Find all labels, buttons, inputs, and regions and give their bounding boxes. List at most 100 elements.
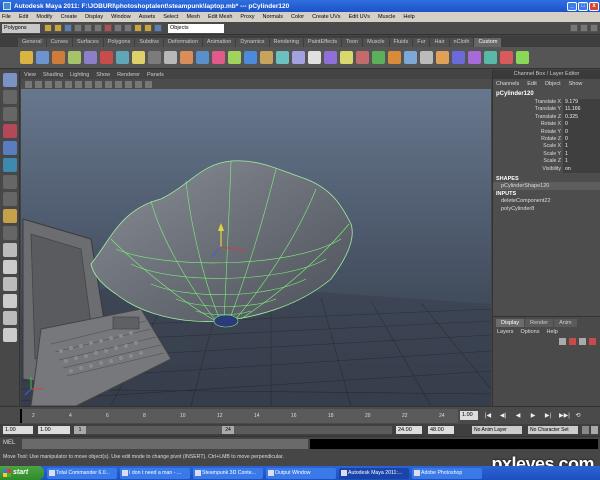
shelf-tool-icon[interactable] bbox=[132, 51, 145, 64]
isolate-select-icon[interactable] bbox=[145, 80, 152, 88]
shelf-tool-icon[interactable] bbox=[452, 51, 465, 64]
shelf-tab-general[interactable]: General bbox=[18, 38, 46, 47]
time-slider-track[interactable]: 2 4 6 8 10 12 14 16 18 20 22 24 bbox=[20, 409, 458, 423]
shelf-tool-icon[interactable] bbox=[500, 51, 513, 64]
shelf-tab-custom[interactable]: Custom bbox=[474, 38, 502, 47]
smooth-shade-icon[interactable] bbox=[95, 80, 102, 88]
menu-edit-mesh[interactable]: Edit Mesh bbox=[208, 14, 232, 20]
animation-start-field[interactable]: 1.00 bbox=[3, 426, 33, 434]
range-slider-bar[interactable]: 1 24 bbox=[74, 426, 392, 434]
attribute-value[interactable]: 0 bbox=[563, 128, 600, 136]
shelf-tool-icon[interactable] bbox=[164, 51, 177, 64]
resolution-gate-icon[interactable] bbox=[75, 80, 82, 88]
shelf-tool-icon[interactable] bbox=[100, 51, 113, 64]
shelf-tool-icon[interactable] bbox=[468, 51, 481, 64]
shelf-tool-icon[interactable] bbox=[372, 51, 385, 64]
time-slider[interactable]: 2 4 6 8 10 12 14 16 18 20 22 24 1.00 |◀ ◀| ◀ ▶ ▶| ▶▶| ⟲ bbox=[0, 406, 600, 424]
layer-menu-layers[interactable]: Layers bbox=[497, 329, 514, 335]
playback-button[interactable]: ⟲ bbox=[574, 412, 582, 420]
shelf-tool-icon[interactable] bbox=[180, 51, 193, 64]
attribute-row[interactable]: Translate Z 0.325 bbox=[493, 113, 600, 122]
maximize-button[interactable]: □ bbox=[578, 1, 588, 11]
channel-menu-edit[interactable]: Edit bbox=[527, 81, 536, 87]
shelf-tab-surfaces[interactable]: Surfaces bbox=[73, 38, 103, 47]
menu-mesh[interactable]: Mesh bbox=[187, 14, 200, 20]
image-plane-icon[interactable] bbox=[45, 80, 52, 88]
menu-help[interactable]: Help bbox=[403, 14, 414, 20]
playback-button[interactable]: |◀ bbox=[484, 412, 492, 420]
shelf-tool-icon[interactable] bbox=[36, 51, 49, 64]
render-settings-icon[interactable] bbox=[154, 24, 162, 32]
attribute-value[interactable]: 0 bbox=[563, 135, 600, 144]
attribute-row[interactable]: Scale Z1 bbox=[493, 158, 600, 166]
current-frame-field[interactable]: 1.00 bbox=[460, 411, 478, 420]
current-time-marker[interactable] bbox=[20, 409, 22, 423]
shape-node-item[interactable]: pCylinderShape120 bbox=[493, 181, 600, 190]
shelf-tool-icon[interactable] bbox=[20, 51, 33, 64]
auto-key-icon[interactable] bbox=[582, 426, 589, 434]
playback-end-field[interactable]: 24.00 bbox=[396, 426, 422, 434]
move-layer-down-icon[interactable] bbox=[589, 338, 596, 345]
shelf-tool-icon[interactable] bbox=[308, 51, 321, 64]
viewport-menu-lighting[interactable]: Lighting bbox=[70, 72, 89, 78]
playback-button[interactable]: ▶ bbox=[529, 412, 537, 420]
camera-attributes-icon[interactable] bbox=[25, 80, 32, 88]
shelf-tab-toon[interactable]: Toon bbox=[342, 38, 363, 47]
shelf-tool-icon[interactable] bbox=[436, 51, 449, 64]
attribute-row[interactable]: Rotate X0 bbox=[493, 121, 600, 129]
viewport-menu-panels[interactable]: Panels bbox=[147, 72, 164, 78]
shelf-tool-icon[interactable] bbox=[228, 51, 241, 64]
shelf-tool-icon[interactable] bbox=[244, 51, 257, 64]
shelf-tab-rendering[interactable]: Rendering bbox=[269, 38, 303, 47]
shadows-icon[interactable] bbox=[125, 80, 132, 88]
menu-select[interactable]: Select bbox=[163, 14, 178, 20]
menu-edit-uvs[interactable]: Edit UVs bbox=[349, 14, 370, 20]
command-input[interactable] bbox=[22, 439, 308, 449]
taskbar-item[interactable]: I don t need a man - ... bbox=[120, 467, 190, 479]
four-view-layout-icon[interactable] bbox=[3, 260, 17, 274]
playback-button[interactable]: ▶| bbox=[544, 412, 552, 420]
shelf-tool-icon[interactable] bbox=[292, 51, 305, 64]
shelf-tool-icon[interactable] bbox=[212, 51, 225, 64]
shelf-tab-deformation[interactable]: Deformation bbox=[163, 38, 202, 47]
soft-mod-icon[interactable] bbox=[3, 192, 17, 206]
ipr-render-icon[interactable] bbox=[144, 24, 152, 32]
attribute-value[interactable]: 11.166 bbox=[563, 106, 600, 114]
shelf-tab-dynamics[interactable]: Dynamics bbox=[236, 38, 269, 47]
shelf-tab-curves[interactable]: Curves bbox=[46, 38, 72, 47]
animation-prefs-icon[interactable] bbox=[591, 426, 598, 434]
playback-start-field[interactable]: 1.00 bbox=[38, 426, 70, 434]
shelf-tab-muscle[interactable]: Muscle bbox=[363, 38, 389, 47]
start-button[interactable]: start bbox=[0, 466, 44, 480]
menu-muscle[interactable]: Muscle bbox=[378, 14, 395, 20]
wireframe-icon[interactable] bbox=[85, 80, 92, 88]
attribute-value[interactable]: 0.325 bbox=[563, 113, 600, 122]
select-component-icon[interactable] bbox=[94, 24, 102, 32]
new-scene-icon[interactable] bbox=[44, 24, 52, 32]
open-scene-icon[interactable] bbox=[54, 24, 62, 32]
shelf-tool-icon[interactable] bbox=[276, 51, 289, 64]
select-object-icon[interactable] bbox=[84, 24, 92, 32]
attribute-row[interactable]: Translate X 9.179 bbox=[493, 99, 600, 107]
shelf-tool-icon[interactable] bbox=[260, 51, 273, 64]
layer-menu-options[interactable]: Options bbox=[521, 329, 540, 335]
shelf-tool-icon[interactable] bbox=[52, 51, 65, 64]
paint-select-tool-icon[interactable] bbox=[3, 107, 17, 121]
layer-tab-anim[interactable]: Anim bbox=[554, 319, 577, 327]
persp-outliner-layout-icon[interactable] bbox=[3, 277, 17, 291]
universal-manip-icon[interactable] bbox=[3, 175, 17, 189]
persp-graph-layout-icon[interactable] bbox=[3, 294, 17, 308]
layer-tab-display[interactable]: Display bbox=[496, 319, 525, 327]
xray-icon[interactable] bbox=[135, 80, 142, 88]
anim-layer-dropdown[interactable]: No Anim Layer bbox=[472, 426, 522, 434]
move-tool-icon[interactable] bbox=[3, 124, 17, 138]
shelf-tool-icon[interactable] bbox=[404, 51, 417, 64]
film-gate-icon[interactable] bbox=[65, 80, 72, 88]
move-layer-up-icon[interactable] bbox=[579, 338, 586, 345]
menu-normals[interactable]: Normals bbox=[262, 14, 282, 20]
attribute-value[interactable]: 1 bbox=[563, 158, 600, 166]
save-scene-icon[interactable] bbox=[64, 24, 72, 32]
shelf-tool-icon[interactable] bbox=[196, 51, 209, 64]
shelf-tab-painteffects[interactable]: PaintEffects bbox=[303, 38, 342, 47]
select-hierarchy-icon[interactable] bbox=[74, 24, 82, 32]
